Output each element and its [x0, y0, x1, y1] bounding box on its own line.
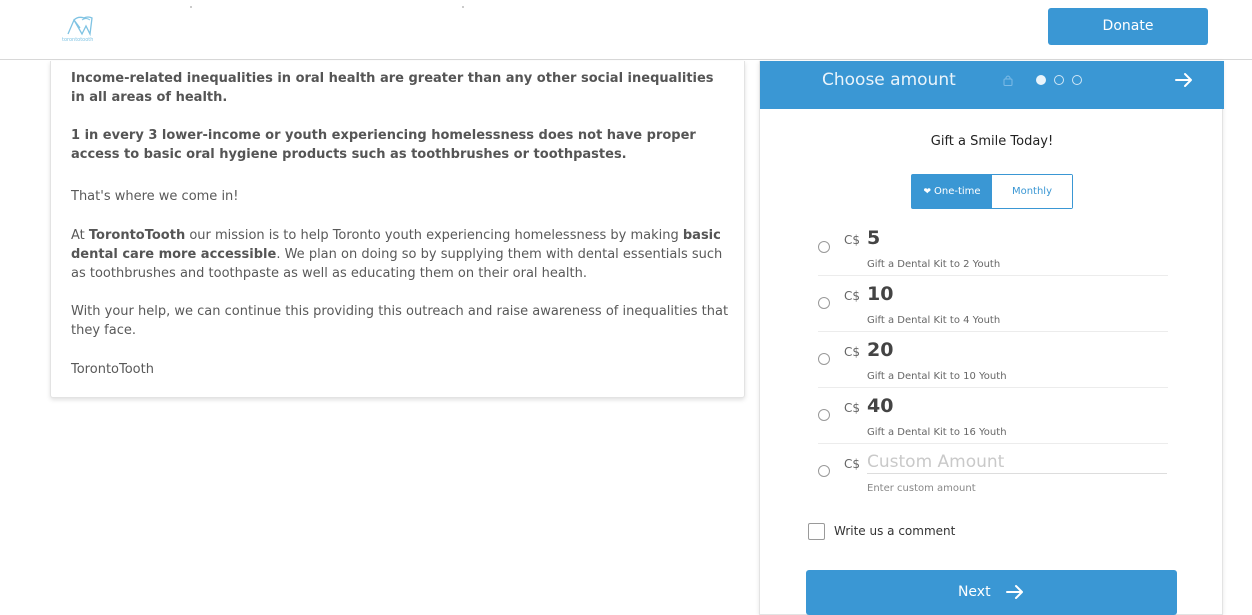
step-indicator-3 [1072, 75, 1082, 85]
arrow-right-icon [1006, 585, 1024, 599]
currency-label: C$ [844, 345, 861, 359]
custom-amount-hint: Enter custom amount [867, 483, 976, 494]
amount-option[interactable]: C$ 5 Gift a Dental Kit to 2 Youth [818, 226, 1168, 276]
heart-icon: ❤ [923, 187, 931, 197]
amount-radio[interactable] [818, 297, 830, 309]
tooth-logo-icon [67, 16, 93, 37]
amount-option[interactable]: C$ 10 Gift a Dental Kit to 4 Youth [818, 282, 1168, 332]
amount-radio[interactable] [818, 241, 830, 253]
next-label: Next [957, 584, 991, 600]
comment-checkbox[interactable] [808, 523, 825, 540]
panel-header: Choose amount [760, 61, 1224, 109]
amount-value: 40 [867, 395, 894, 417]
lock-icon [1003, 75, 1013, 86]
step-indicator-2 [1054, 75, 1064, 85]
story-paragraph-1: Income-related inequalities in oral heal… [71, 71, 714, 105]
header-dot [190, 6, 192, 8]
header-dot [462, 6, 464, 8]
donation-panel: Choose amount Gift a Smile Today! ❤ One-t… [759, 61, 1224, 615]
story-signature: TorontoTooth [71, 362, 154, 377]
custom-amount-input[interactable] [867, 450, 1167, 474]
next-button[interactable]: Next [806, 570, 1177, 615]
custom-amount-option[interactable]: C$ Enter custom amount [818, 450, 1168, 500]
amount-description: Gift a Dental Kit to 10 Youth [867, 371, 1007, 382]
frequency-monthly[interactable]: Monthly [992, 175, 1072, 208]
amount-radio[interactable] [818, 409, 830, 421]
currency-label: C$ [844, 233, 861, 247]
story-card: Income-related inequalities in oral heal… [50, 61, 745, 398]
currency-label: C$ [844, 401, 861, 415]
currency-label: C$ [844, 289, 861, 303]
logo-text: torontotooth [62, 37, 94, 43]
amount-description: Gift a Dental Kit to 16 Youth [867, 427, 1007, 438]
story-paragraph-5: With your help, we can continue this pro… [71, 304, 729, 338]
amount-description: Gift a Dental Kit to 4 Youth [867, 315, 1001, 326]
frequency-toggle: ❤ One-time Monthly [911, 174, 1073, 209]
step-indicator-1 [1036, 75, 1046, 85]
story-paragraph-3: That's where we come in! [71, 189, 239, 204]
amount-radio[interactable] [818, 353, 830, 365]
amount-option[interactable]: C$ 20 Gift a Dental Kit to 10 Youth [818, 338, 1168, 388]
amount-value: 5 [867, 227, 881, 249]
donate-button[interactable]: Donate [1048, 8, 1208, 45]
arrow-right-icon[interactable] [1174, 71, 1194, 89]
amount-description: Gift a Dental Kit to 2 Youth [867, 259, 1001, 270]
site-header: torontotooth Donate [0, 0, 1252, 60]
panel-title: Choose amount [822, 70, 956, 90]
comment-label: Write us a comment [834, 524, 956, 538]
logo[interactable]: torontotooth [62, 14, 110, 46]
amount-value: 10 [867, 283, 894, 305]
story-paragraph-4: At TorontoTooth our mission is to help T… [71, 228, 723, 281]
amount-value: 20 [867, 339, 894, 361]
frequency-one-time[interactable]: ❤ One-time [912, 175, 992, 208]
currency-label: C$ [844, 457, 861, 471]
amount-option[interactable]: C$ 40 Gift a Dental Kit to 16 Youth [818, 394, 1168, 444]
gift-title: Gift a Smile Today! [930, 134, 1054, 149]
story-paragraph-2: 1 in every 3 lower-income or youth exper… [71, 128, 696, 162]
custom-amount-radio[interactable] [818, 465, 830, 477]
